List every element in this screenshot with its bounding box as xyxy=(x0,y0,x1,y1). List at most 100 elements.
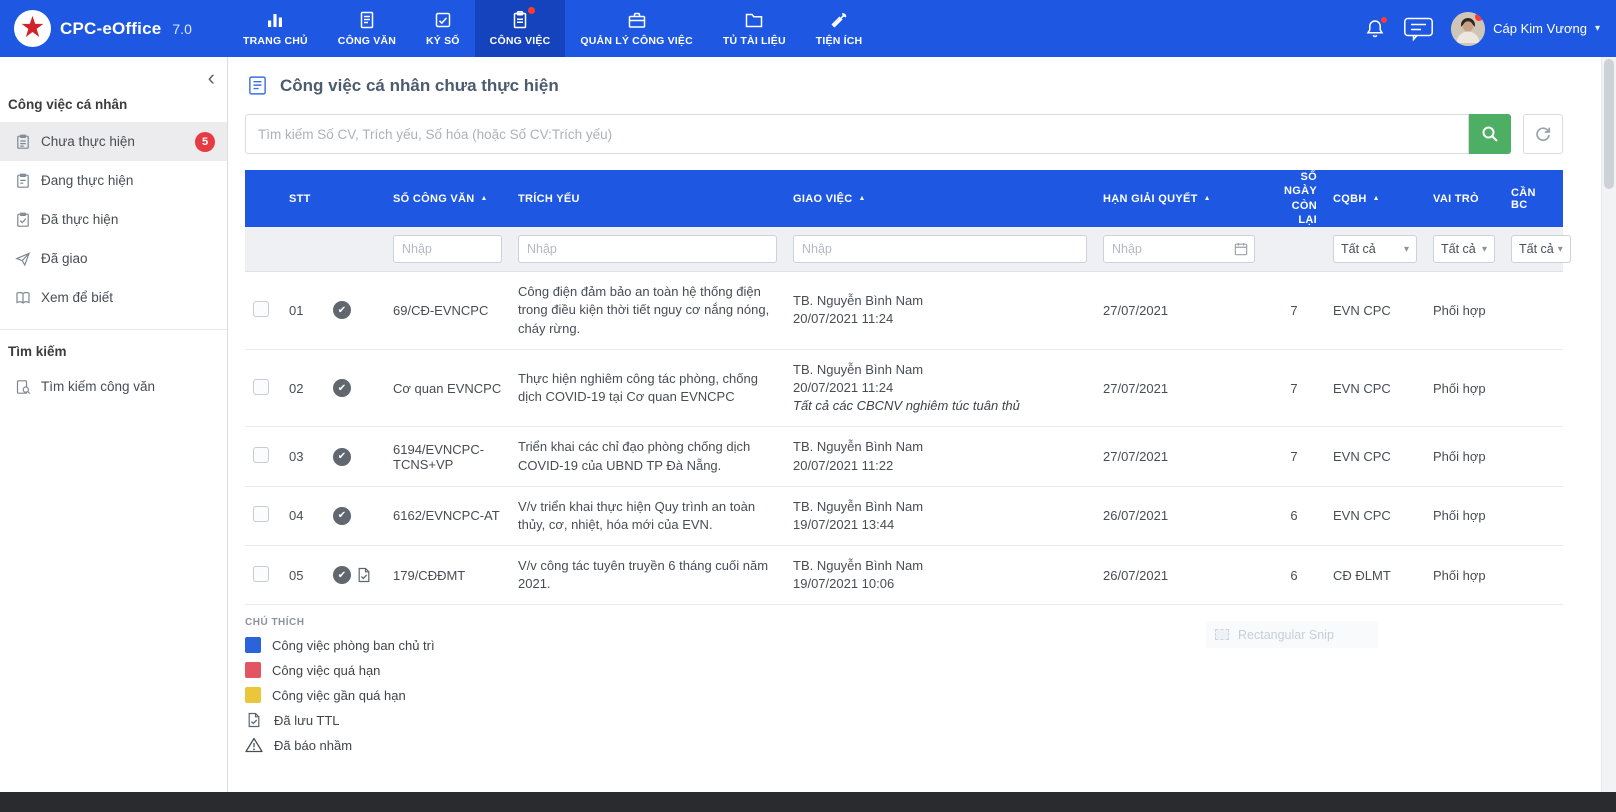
sidebar-collapse-button[interactable]: ‹ xyxy=(208,67,215,89)
scrollbar-thumb[interactable] xyxy=(1604,59,1614,189)
cell-so-cong-van[interactable]: 179/CĐĐMT xyxy=(385,568,510,583)
col-can-bc[interactable]: CẦN BC xyxy=(1503,187,1563,211)
snip-icon xyxy=(1215,629,1229,640)
cell-status: ✔ xyxy=(325,448,385,466)
nav-ky-so[interactable]: KÝ SỐ xyxy=(411,0,475,57)
cell-so-cong-van[interactable]: 69/CĐ-EVNCPC xyxy=(385,303,510,318)
col-cqbh[interactable]: CQBH▲ xyxy=(1325,193,1425,205)
filter-cqbh-select[interactable]: Tất cả▾ xyxy=(1333,235,1417,263)
cell-cqbh: EVN CPC xyxy=(1325,508,1425,523)
notifications-button[interactable] xyxy=(1364,18,1386,40)
cell-trich-yeu[interactable]: Thực hiện nghiêm công tác phòng, chống d… xyxy=(510,370,785,406)
page-title: Công việc cá nhân chưa thực hiện xyxy=(280,76,559,96)
col-so-ngay-con-lai[interactable]: SỐ NGÀY CÒN LẠI xyxy=(1263,170,1325,227)
cell-cqbh: CĐ ĐLMT xyxy=(1325,568,1425,583)
nav-tu-tai-lieu[interactable]: TỦ TÀI LIỆU xyxy=(708,0,801,57)
cell-trich-yeu[interactable]: V/v công tác tuyên truyền 6 tháng cuối n… xyxy=(510,557,785,593)
folder-icon xyxy=(744,10,764,30)
table-row[interactable]: 02✔Cơ quan EVNCPCThực hiện nghiêm công t… xyxy=(245,350,1563,428)
messages-button[interactable] xyxy=(1403,16,1434,42)
cell-so-ngay-con-lai: 7 xyxy=(1263,381,1325,396)
filter-giao-viec-input[interactable] xyxy=(793,235,1087,263)
col-stt[interactable]: STT xyxy=(281,193,325,205)
assigner-name: TB. Nguyễn Bình Nam xyxy=(793,361,1087,379)
cell-trich-yeu[interactable]: Công điện đảm bảo an toàn hệ thống điện … xyxy=(510,283,785,338)
nav-tien-ich[interactable]: TIỆN ÍCH xyxy=(801,0,878,57)
search-button[interactable] xyxy=(1469,114,1511,154)
row-checkbox[interactable] xyxy=(253,379,269,395)
cell-giao-viec: TB. Nguyễn Bình Nam20/07/2021 11:24 xyxy=(785,292,1095,328)
cell-trich-yeu[interactable]: Triển khai các chỉ đạo phòng chống dịch … xyxy=(510,438,785,474)
nav-quan-ly-cong-viec[interactable]: QUẢN LÝ CÔNG VIỆC xyxy=(565,0,708,57)
nav-trang-chu[interactable]: TRANG CHỦ xyxy=(228,0,323,57)
filter-can-bc-select[interactable]: Tất cả▾ xyxy=(1511,235,1571,263)
vertical-scrollbar[interactable] xyxy=(1601,57,1616,792)
sidebar-item-label: Đã thực hiện xyxy=(41,212,118,227)
cell-so-cong-van[interactable]: 6194/EVNCPC-TCNS+VP xyxy=(385,442,510,472)
cell-trich-yeu[interactable]: V/v triển khai thực hiện Quy trình an to… xyxy=(510,498,785,534)
cell-cqbh: EVN CPC xyxy=(1325,449,1425,464)
filter-trich-yeu-input[interactable] xyxy=(518,235,777,263)
search-input[interactable] xyxy=(245,114,1469,154)
cell-so-ngay-con-lai: 6 xyxy=(1263,568,1325,583)
filter-han-giai-quyet-input[interactable] xyxy=(1103,235,1255,263)
cell-so-cong-van[interactable]: Cơ quan EVNCPC xyxy=(385,381,510,396)
user-avatar xyxy=(1451,12,1485,46)
filter-vai-tro-select[interactable]: Tất cả▾ xyxy=(1433,235,1495,263)
cell-vai-tro: Phối hợp xyxy=(1425,508,1503,523)
col-han-giai-quyet[interactable]: HẠN GIẢI QUYẾT▲ xyxy=(1095,193,1263,205)
legend-items: Công việc phòng ban chủ trìCông việc quá… xyxy=(245,637,1563,753)
refresh-button[interactable] xyxy=(1523,114,1563,154)
sidebar-item-chua-thuc-hien[interactable]: Chưa thực hiện 5 xyxy=(0,122,227,161)
sidebar-item-xem-de-biet[interactable]: Xem để biết xyxy=(0,278,227,317)
cell-stt: 01 xyxy=(281,303,325,318)
col-vai-tro[interactable]: VAI TRÒ xyxy=(1425,193,1503,205)
notification-dot xyxy=(528,7,535,14)
cell-stt: 02 xyxy=(281,381,325,396)
sidebar-item-da-giao[interactable]: Đã giao xyxy=(0,239,227,278)
cell-han-giai-quyet: 27/07/2021 xyxy=(1095,381,1263,396)
legend-item: Công việc quá hạn xyxy=(245,662,1563,678)
cell-vai-tro: Phối hợp xyxy=(1425,303,1503,318)
legend-label: Công việc quá hạn xyxy=(272,663,380,678)
clipboard-progress-icon xyxy=(15,173,31,189)
document-search-icon xyxy=(15,379,31,395)
filter-so-cong-van-input[interactable] xyxy=(393,235,502,263)
notification-dot xyxy=(1380,16,1388,24)
cell-cqbh: EVN CPC xyxy=(1325,303,1425,318)
row-checkbox[interactable] xyxy=(253,506,269,522)
table-row[interactable]: 05✔179/CĐĐMTV/v công tác tuyên truyền 6 … xyxy=(245,546,1563,605)
cell-han-giai-quyet: 27/07/2021 xyxy=(1095,449,1263,464)
nav-cong-viec[interactable]: CÔNG VIỆC xyxy=(475,0,566,57)
assigned-datetime: 20/07/2021 11:24 xyxy=(793,379,1087,397)
sidebar-item-label: Đã giao xyxy=(41,251,88,266)
row-checkbox[interactable] xyxy=(253,301,269,317)
page-title-icon xyxy=(247,75,268,96)
sidebar-item-dang-thuc-hien[interactable]: Đang thực hiện xyxy=(0,161,227,200)
cell-select xyxy=(245,301,281,320)
sidebar-item-tim-kiem-cong-van[interactable]: Tìm kiếm công văn xyxy=(0,367,227,406)
cell-so-cong-van[interactable]: 6162/EVNCPC-AT xyxy=(385,508,510,523)
legend-label: Đã báo nhầm xyxy=(274,738,352,753)
row-checkbox[interactable] xyxy=(253,566,269,582)
sidebar-item-da-thuc-hien[interactable]: Đã thực hiện xyxy=(0,200,227,239)
cell-han-giai-quyet: 26/07/2021 xyxy=(1095,508,1263,523)
col-so-cong-van[interactable]: SỐ CÔNG VĂN▲ xyxy=(385,193,510,205)
nav-cong-van[interactable]: CÔNG VĂN xyxy=(323,0,411,57)
nav-label: CÔNG VIỆC xyxy=(490,35,551,47)
rectangular-snip-artifact: Rectangular Snip xyxy=(1206,621,1378,648)
col-giao-viec[interactable]: GIAO VIỆC▲ xyxy=(785,193,1095,205)
row-checkbox[interactable] xyxy=(253,447,269,463)
table-row[interactable]: 03✔6194/EVNCPC-TCNS+VPTriển khai các chỉ… xyxy=(245,427,1563,486)
table-row[interactable]: 01✔69/CĐ-EVNCPCCông điện đảm bảo an toàn… xyxy=(245,272,1563,350)
document-icon xyxy=(357,10,377,30)
user-menu[interactable]: Cáp Kim Vương ▾ xyxy=(1451,12,1600,46)
table-row[interactable]: 04✔6162/EVNCPC-ATV/v triển khai thực hiệ… xyxy=(245,487,1563,546)
assigned-datetime: 20/07/2021 11:24 xyxy=(793,310,1087,328)
clipboard-task-icon xyxy=(510,10,530,30)
col-trich-yeu[interactable]: TRÍCH YẾU xyxy=(510,193,785,205)
cell-cqbh: EVN CPC xyxy=(1325,381,1425,396)
main-content: Công việc cá nhân chưa thực hiện STT SỐ … xyxy=(229,57,1601,792)
app-brand[interactable]: CPC-eOffice 7.0 xyxy=(0,0,228,57)
cell-status: ✔ xyxy=(325,379,385,397)
